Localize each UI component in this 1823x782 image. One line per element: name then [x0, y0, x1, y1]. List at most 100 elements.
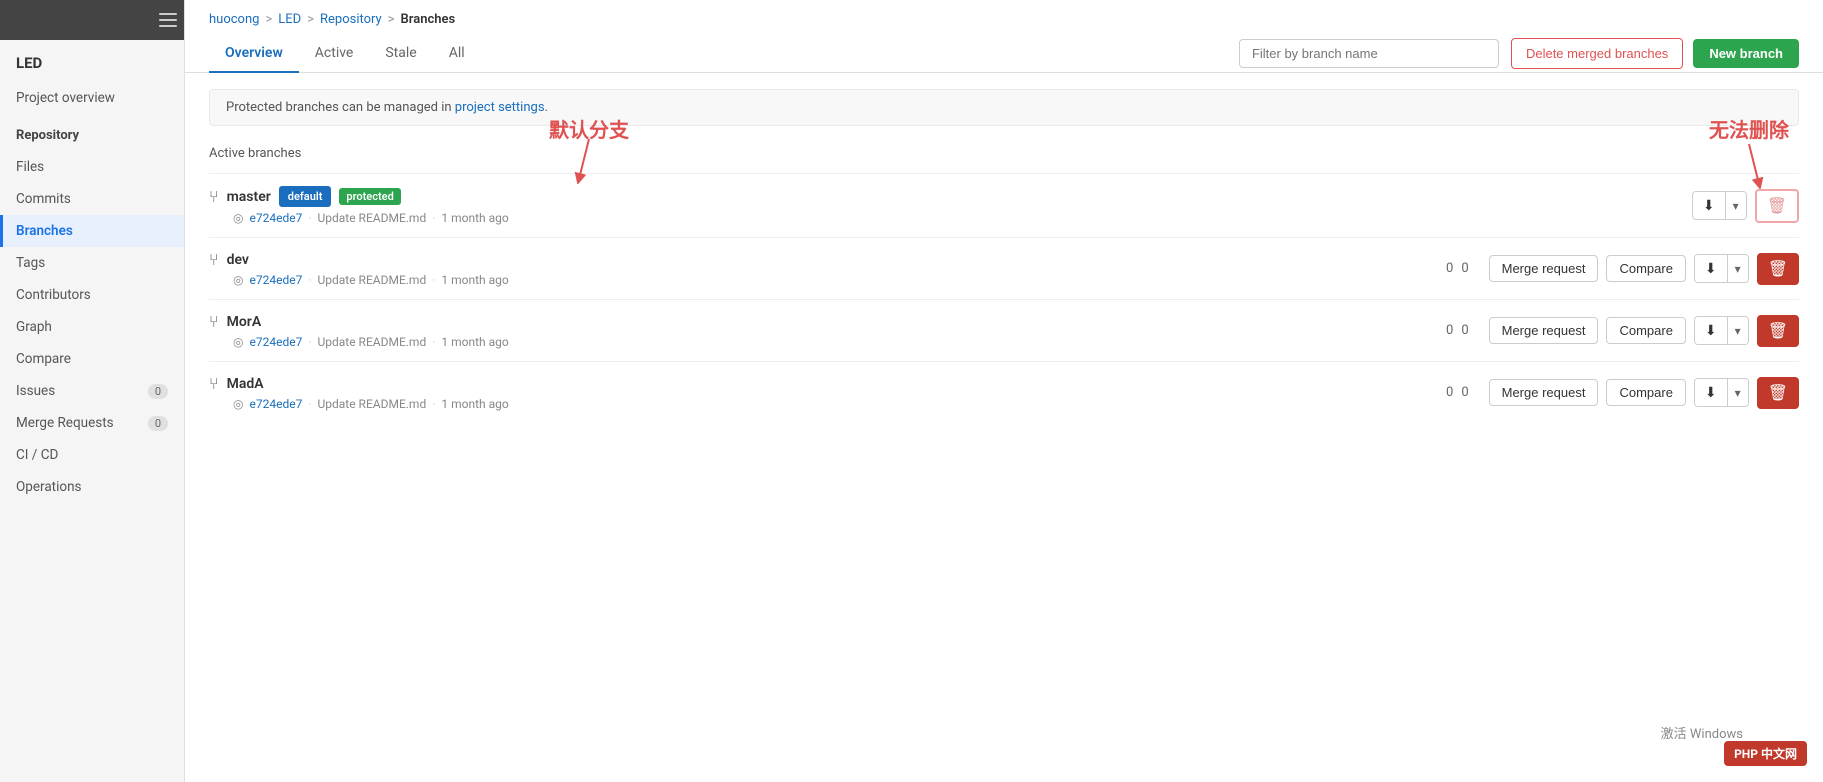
stat-ahead-mora: 0 — [1446, 323, 1453, 338]
branches-list: ⑂ master default protected ◎ e724ede7 · … — [209, 173, 1799, 423]
merge-request-button-dev[interactable]: Merge request — [1489, 255, 1599, 282]
sidebar-item-ci-cd[interactable]: CI / CD — [0, 439, 184, 471]
sidebar-item-label: Issues — [16, 383, 55, 399]
tab-all[interactable]: All — [433, 35, 481, 73]
chevron-button-master[interactable]: ▾ — [1726, 192, 1746, 219]
download-button-master[interactable]: ⬇ — [1693, 192, 1726, 219]
info-bar: Protected branches can be managed in pro… — [209, 89, 1799, 126]
delete-merged-button[interactable]: Delete merged branches — [1511, 38, 1683, 69]
merge-request-button-mora[interactable]: Merge request — [1489, 317, 1599, 344]
delete-button-mora[interactable]: 🗑 — [1757, 315, 1799, 347]
tab-active[interactable]: Active — [299, 35, 370, 73]
commit-hash-dev[interactable]: e724ede7 — [249, 273, 302, 287]
meta-dot-1: · — [308, 211, 311, 225]
time-ago-dev: 1 month ago — [441, 273, 508, 287]
filter-input[interactable] — [1239, 39, 1499, 68]
branch-left-mora: ⑂ MorA ◎ e724ede7 · Update README.md · 1… — [209, 312, 1446, 349]
download-button-mada[interactable]: ⬇ — [1695, 379, 1728, 406]
branch-meta-mada: ◎ e724ede7 · Update README.md · 1 month … — [209, 397, 1446, 411]
tab-bar: Overview Active Stale All Delete merged … — [185, 35, 1823, 73]
sidebar-nav: Project overview Repository Files Commit… — [0, 82, 184, 782]
sidebar-item-compare[interactable]: Compare — [0, 343, 184, 375]
compare-button-mada[interactable]: Compare — [1606, 379, 1685, 406]
branch-meta-dev: ◎ e724ede7 · Update README.md · 1 month … — [209, 273, 1446, 287]
breadcrumb: huocong > LED > Repository > Branches — [185, 0, 1823, 27]
branch-meta-mora: ◎ e724ede7 · Update README.md · 1 month … — [209, 335, 1446, 349]
branch-name-row-mora: ⑂ MorA — [209, 312, 1446, 331]
branch-row-dev: ⑂ dev ◎ e724ede7 · Update README.md · 1 … — [209, 237, 1799, 299]
breadcrumb-led[interactable]: LED — [278, 12, 301, 27]
time-ago-mora: 1 month ago — [441, 335, 508, 349]
delete-button-mada[interactable]: 🗑 — [1757, 377, 1799, 409]
meta-dot-2: · — [432, 211, 435, 225]
commit-hash-mora[interactable]: e724ede7 — [249, 335, 302, 349]
breadcrumb-sep-3: > — [388, 12, 395, 27]
sidebar-item-label: Repository — [16, 128, 79, 143]
stat-behind-mada: 0 — [1461, 385, 1468, 400]
download-group-mada: ⬇ ▾ — [1694, 378, 1749, 407]
commit-message-master: Update README.md — [317, 211, 426, 225]
commit-hash-master[interactable]: e724ede7 — [249, 211, 302, 225]
main-content: huocong > LED > Repository > Branches Ov… — [185, 0, 1823, 782]
sidebar-item-merge-requests[interactable]: Merge Requests 0 — [0, 407, 184, 439]
branch-icon-dev: ⑂ — [209, 250, 219, 269]
compare-button-dev[interactable]: Compare — [1606, 255, 1685, 282]
sidebar-item-contributors[interactable]: Contributors — [0, 279, 184, 311]
sidebar-item-files[interactable]: Files — [0, 151, 184, 183]
sidebar-top-bar — [0, 0, 185, 40]
download-group-dev: ⬇ ▾ — [1694, 254, 1749, 283]
info-text: Protected branches can be managed in — [226, 100, 452, 115]
sidebar-item-label: Branches — [16, 223, 73, 239]
branch-right-mada: 0 0 Merge request Compare ⬇ ▾ 🗑 — [1446, 377, 1799, 409]
branch-row-mada: ⑂ MadA ◎ e724ede7 · Update README.md · 1… — [209, 361, 1799, 423]
sidebar-item-graph[interactable]: Graph — [0, 311, 184, 343]
delete-button-master[interactable]: 🗑 — [1755, 189, 1799, 223]
sidebar-item-label: CI / CD — [16, 447, 58, 463]
tab-stale[interactable]: Stale — [369, 35, 432, 73]
project-settings-link[interactable]: project settings — [455, 100, 545, 115]
branch-left-mada: ⑂ MadA ◎ e724ede7 · Update README.md · 1… — [209, 374, 1446, 411]
stat-ahead-mada: 0 — [1446, 385, 1453, 400]
branch-right-mora: 0 0 Merge request Compare ⬇ ▾ 🗑 — [1446, 315, 1799, 347]
branch-right-dev: 0 0 Merge request Compare ⬇ ▾ 🗑 — [1446, 253, 1799, 285]
breadcrumb-sep-2: > — [307, 12, 314, 27]
sidebar-toggle-icon[interactable] — [159, 13, 177, 27]
commit-icon-dev: ◎ — [233, 273, 243, 287]
section-title: Active branches — [209, 146, 1799, 161]
new-branch-button[interactable]: New branch — [1693, 39, 1799, 68]
sidebar-item-tags[interactable]: Tags — [0, 247, 184, 279]
sidebar-item-project-overview[interactable]: Project overview — [0, 82, 184, 114]
delete-button-dev[interactable]: 🗑 — [1757, 253, 1799, 285]
stats-mada: 0 0 — [1446, 385, 1469, 400]
sidebar-item-branches[interactable]: Branches — [0, 215, 184, 247]
download-button-dev[interactable]: ⬇ — [1695, 255, 1728, 282]
stats-dev: 0 0 — [1446, 261, 1469, 276]
branch-row-mora: ⑂ MorA ◎ e724ede7 · Update README.md · 1… — [209, 299, 1799, 361]
branch-icon-mada: ⑂ — [209, 374, 219, 393]
sidebar-item-label: Tags — [16, 255, 45, 271]
merge-request-button-mada[interactable]: Merge request — [1489, 379, 1599, 406]
branch-name-mora: MorA — [227, 314, 262, 330]
badge-default: default — [279, 186, 332, 207]
branch-left-master: ⑂ master default protected ◎ e724ede7 · … — [209, 186, 1692, 225]
issues-badge: 0 — [148, 384, 168, 399]
branch-name-row-mada: ⑂ MadA — [209, 374, 1446, 393]
branch-name-master: master — [227, 189, 271, 205]
chevron-button-mora[interactable]: ▾ — [1728, 317, 1748, 344]
breadcrumb-repository[interactable]: Repository — [320, 12, 382, 27]
commit-hash-mada[interactable]: e724ede7 — [249, 397, 302, 411]
breadcrumb-huocong[interactable]: huocong — [209, 12, 259, 27]
tab-overview[interactable]: Overview — [209, 35, 299, 73]
branch-name-row-master: ⑂ master default protected — [209, 186, 1692, 207]
sidebar-item-issues[interactable]: Issues 0 — [0, 375, 184, 407]
download-button-mora[interactable]: ⬇ — [1695, 317, 1728, 344]
sidebar-item-operations[interactable]: Operations — [0, 471, 184, 503]
branch-name-dev: dev — [227, 252, 249, 268]
chevron-button-mada[interactable]: ▾ — [1728, 379, 1748, 406]
stat-behind-dev: 0 — [1461, 261, 1468, 276]
commit-icon-master: ◎ — [233, 211, 243, 225]
compare-button-mora[interactable]: Compare — [1606, 317, 1685, 344]
sidebar-item-commits[interactable]: Commits — [0, 183, 184, 215]
chevron-button-dev[interactable]: ▾ — [1728, 255, 1748, 282]
time-ago-master: 1 month ago — [441, 211, 508, 225]
